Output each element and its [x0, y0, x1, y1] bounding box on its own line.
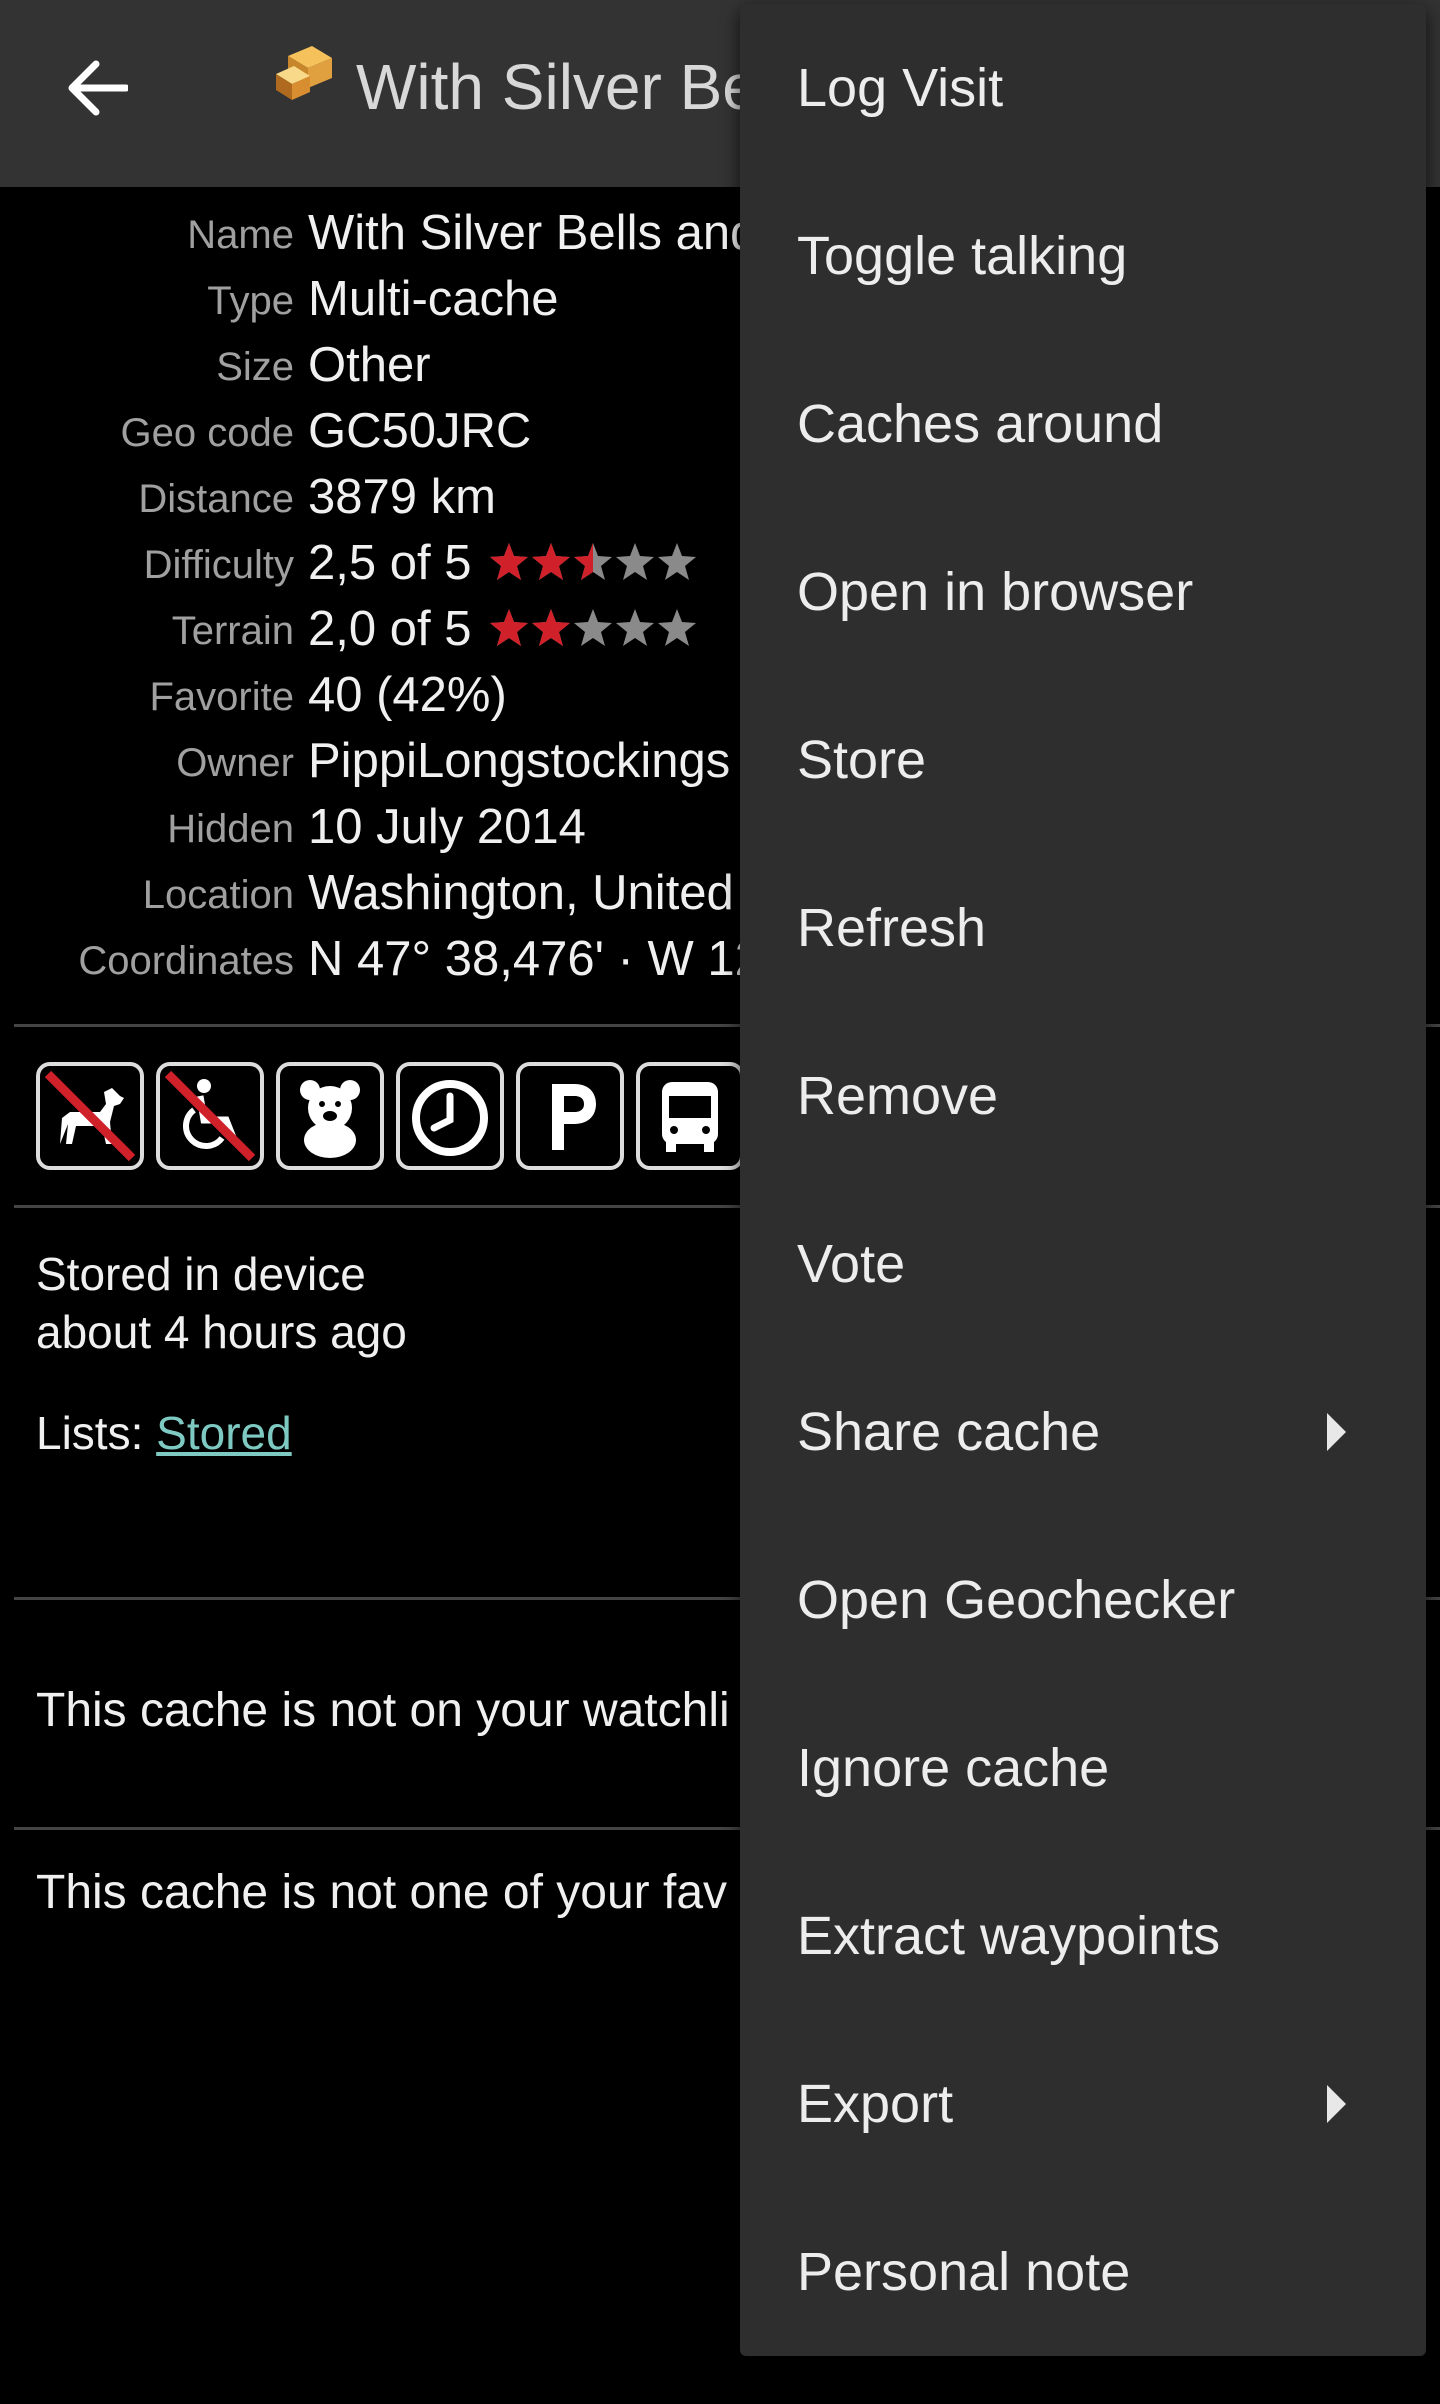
detail-label: Difficulty: [143, 543, 294, 587]
star-icon: [490, 543, 528, 580]
attribute-dogs[interactable]: [36, 1062, 144, 1170]
menu-item-label: Extract waypoints: [797, 1906, 1221, 1966]
menu-item-label: Ignore cache: [797, 1738, 1110, 1798]
detail-value: 40 (42%): [308, 668, 507, 722]
menu-item-toggle-talking[interactable]: Toggle talking: [740, 172, 1426, 340]
submenu-arrow-icon: [1327, 1413, 1346, 1451]
menu-item-label: Vote: [797, 1234, 906, 1294]
detail-label: Terrain: [171, 609, 294, 653]
stored-status: Stored in device: [36, 1248, 366, 1300]
cache-details-screen: With Silver Bells and Name With Silver B…: [0, 0, 1440, 2404]
overflow-menu: Log Visit Toggle talking Caches around O…: [740, 4, 1426, 2356]
attribute-parking[interactable]: [516, 1062, 624, 1170]
watchlist-status: This cache is not on your watchli: [36, 1684, 730, 1737]
star-icon: [490, 609, 528, 646]
submenu-arrow-icon: [1327, 2085, 1346, 2123]
not-wheelchair-accessible-icon: [164, 1070, 256, 1162]
detail-value[interactable]: N 47° 38,476' · W 12: [308, 931, 762, 987]
star-icon: [574, 543, 612, 580]
menu-item-label: Remove: [797, 1066, 999, 1126]
detail-value: Washington, United: [308, 866, 734, 920]
detail-value: 2,0 of 5: [308, 602, 472, 656]
attribute-wheelchair[interactable]: [156, 1062, 264, 1170]
attribute-time[interactable]: [396, 1062, 504, 1170]
terrain-stars: [488, 607, 698, 649]
detail-label: Hidden: [167, 807, 294, 851]
menu-item-label: Open Geochecker: [797, 1570, 1236, 1630]
menu-item-open-geochecker[interactable]: Open Geochecker: [740, 1516, 1426, 1684]
detail-value: Other: [308, 338, 431, 392]
menu-item-log-visit[interactable]: Log Visit: [740, 4, 1426, 172]
detail-label: Name: [187, 213, 294, 257]
menu-item-open-in-browser[interactable]: Open in browser: [740, 508, 1426, 676]
multi-cache-icon: [276, 46, 332, 100]
menu-item-share-cache[interactable]: Share cache: [740, 1348, 1426, 1516]
kid-friendly-icon: [300, 1080, 360, 1158]
star-icon: [658, 609, 696, 646]
menu-item-label: Share cache: [797, 1402, 1101, 1462]
menu-item-label: Store: [797, 730, 927, 790]
detail-value: 3879 km: [308, 470, 496, 524]
lists-info: Lists: Stored: [36, 1406, 292, 1460]
lists-label: Lists:: [36, 1407, 157, 1459]
menu-item-vote[interactable]: Vote: [740, 1180, 1426, 1348]
star-icon: [658, 543, 696, 580]
star-icon: [574, 609, 612, 646]
detail-label: Owner: [176, 741, 294, 785]
detail-label: Favorite: [149, 675, 295, 719]
detail-value: Multi-cache: [308, 272, 559, 326]
stored-time: about 4 hours ago: [36, 1306, 407, 1358]
menu-item-refresh[interactable]: Refresh: [740, 844, 1426, 1012]
back-button[interactable]: [48, 38, 148, 138]
attribute-kids[interactable]: [276, 1062, 384, 1170]
star-icon: [616, 609, 654, 646]
menu-item-extract-waypoints[interactable]: Extract waypoints: [740, 1852, 1426, 2020]
detail-label: Type: [207, 279, 294, 323]
arrow-left-icon: [68, 60, 128, 116]
detail-label: Location: [142, 873, 294, 917]
menu-item-label: Personal note: [797, 2242, 1131, 2302]
clock-icon: [412, 1080, 488, 1156]
storage-info: Stored in device about 4 hours ago: [36, 1245, 407, 1361]
detail-value[interactable]: PippiLongstockings: [308, 733, 730, 789]
menu-item-export[interactable]: Export: [740, 2020, 1426, 2188]
detail-label: Coordinates: [78, 939, 294, 983]
menu-item-label: Refresh: [797, 898, 987, 958]
menu-item-label: Log Visit: [797, 58, 1004, 118]
detail-label: Geo code: [120, 411, 294, 455]
menu-item-label: Export: [797, 2074, 954, 2134]
detail-value: 2,5 of 5: [308, 536, 472, 590]
bus-icon: [662, 1082, 718, 1152]
difficulty-stars: [488, 541, 698, 583]
parking-icon: [552, 1084, 596, 1150]
dogs-not-allowed-icon: [44, 1070, 136, 1162]
menu-item-label: Caches around: [797, 394, 1164, 454]
favorite-status: This cache is not one of your fav: [36, 1866, 728, 1919]
menu-item-personal-note[interactable]: Personal note: [740, 2188, 1426, 2356]
detail-label: Size: [216, 345, 294, 389]
detail-value[interactable]: GC50JRC: [308, 403, 531, 459]
attribute-transit[interactable]: [636, 1062, 744, 1170]
star-icon: [616, 543, 654, 580]
detail-value: 10 July 2014: [308, 800, 586, 854]
menu-item-label: Toggle talking: [797, 226, 1128, 286]
menu-item-ignore-cache[interactable]: Ignore cache: [740, 1684, 1426, 1852]
list-link-stored[interactable]: Stored: [156, 1407, 292, 1459]
menu-item-remove[interactable]: Remove: [740, 1012, 1426, 1180]
star-icon: [532, 609, 570, 646]
detail-label: Distance: [138, 477, 294, 521]
detail-value: With Silver Bells and: [308, 206, 758, 260]
menu-item-caches-around[interactable]: Caches around: [740, 340, 1426, 508]
attributes-row: [36, 1062, 744, 1170]
menu-item-store[interactable]: Store: [740, 676, 1426, 844]
star-icon: [532, 543, 570, 580]
menu-item-label: Open in browser: [797, 562, 1194, 622]
